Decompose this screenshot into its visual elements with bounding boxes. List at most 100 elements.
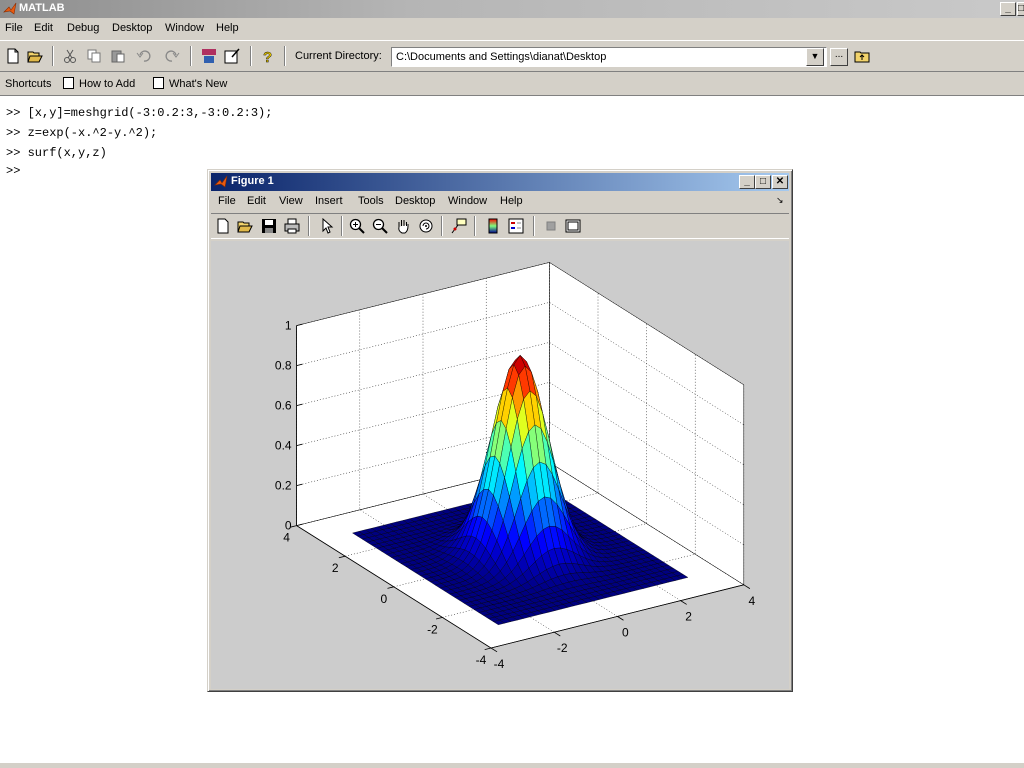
main-title-bar[interactable]: MATLAB _ □ [0, 0, 1024, 18]
command-line: >> z=exp(-x.^2-y.^2); [6, 126, 158, 140]
fig-menu-view[interactable]: View [279, 195, 303, 207]
fig-menu-tools[interactable]: Tools [358, 195, 384, 207]
surface-plot[interactable]: -4-2024-4-202400.20.40.60.81 [211, 241, 789, 689]
insert-legend-icon[interactable] [508, 218, 524, 234]
z-tick-label: 0.6 [275, 399, 292, 413]
shortcut-arrow-icon [63, 77, 74, 89]
undo-icon[interactable] [136, 48, 152, 64]
zoom-in-icon[interactable] [349, 218, 365, 234]
matlab-logo-icon [3, 2, 17, 15]
z-tick-label: 0.2 [275, 479, 292, 493]
zoom-out-icon[interactable] [372, 218, 388, 234]
x-tick [490, 647, 498, 653]
hide-plot-tools-icon[interactable] [543, 218, 559, 234]
main-window-title: MATLAB [19, 2, 65, 14]
new-figure-icon[interactable] [215, 218, 231, 234]
figure-close-button[interactable]: ✕ [772, 175, 788, 189]
shortcuts-toolbar: Shortcuts How to Add What's New [0, 72, 1024, 96]
minimize-button[interactable]: _ [1000, 2, 1016, 16]
y-tick-label: 4 [283, 531, 290, 545]
shortcut-how-to-add[interactable]: How to Add [79, 78, 135, 90]
toolbar-separator [441, 216, 443, 236]
restore-button[interactable]: □ [1017, 2, 1024, 16]
toolbar-separator [341, 216, 343, 236]
command-line: >> [x,y]=meshgrid(-3:0.2:3,-3:0.2:3); [6, 106, 273, 120]
main-menu-bar: File Edit Debug Desktop Window Help [0, 18, 1024, 40]
guide-icon[interactable] [224, 48, 240, 64]
x-tick-label: 2 [685, 610, 692, 624]
z-tick-label: 1 [285, 319, 292, 333]
save-icon[interactable] [261, 218, 277, 234]
fig-menu-desktop[interactable]: Desktop [395, 195, 435, 207]
y-tick-label: -4 [476, 653, 487, 667]
z-tick-label: 0.8 [275, 359, 292, 373]
menu-edit[interactable]: Edit [34, 22, 53, 34]
data-cursor-icon[interactable] [451, 218, 467, 234]
x-tick-label: 4 [748, 594, 755, 608]
figure-toolbar [211, 213, 789, 239]
print-icon[interactable] [284, 218, 300, 234]
paste-icon[interactable] [110, 48, 126, 64]
fig-menu-help[interactable]: Help [500, 195, 523, 207]
current-directory-dropdown[interactable]: ▼ [806, 48, 824, 66]
x-tick-label: -2 [557, 641, 568, 655]
y-tick [338, 555, 346, 559]
shortcuts-label: Shortcuts [5, 78, 52, 90]
help-icon[interactable]: ? [260, 48, 276, 64]
menu-debug[interactable]: Debug [67, 22, 99, 34]
toolbar-separator [52, 46, 54, 66]
svg-text:?: ? [263, 49, 272, 64]
toolbar-separator [474, 216, 476, 236]
command-prompt[interactable]: >> [6, 164, 20, 178]
toolbar-separator [190, 46, 192, 66]
figure-minimize-button[interactable]: _ [739, 175, 755, 189]
toolbar-separator [308, 216, 310, 236]
x-tick [617, 616, 624, 621]
new-file-icon[interactable] [5, 48, 21, 64]
browse-folder-button[interactable]: ... [830, 48, 848, 66]
toolbar-separator [284, 46, 286, 66]
cut-icon[interactable] [62, 48, 78, 64]
figure-title-bar[interactable]: Figure 1 _ □ ✕ [211, 173, 789, 191]
simulink-icon[interactable] [201, 48, 217, 64]
main-toolbar: ? Current Directory: ▼ ... [0, 40, 1024, 72]
current-directory-label: Current Directory: [295, 50, 382, 62]
figure-window[interactable]: Figure 1 _ □ ✕ File Edit View Insert Too… [207, 169, 793, 692]
figure-menu-bar: File Edit View Insert Tools Desktop Wind… [211, 191, 789, 211]
figure-maximize-button[interactable]: □ [755, 175, 771, 189]
fig-menu-insert[interactable]: Insert [315, 195, 343, 207]
rotate-3d-icon[interactable] [418, 218, 434, 234]
y-tick-label: 0 [380, 592, 387, 606]
pan-hand-icon[interactable] [395, 218, 411, 234]
current-directory-input[interactable] [391, 47, 827, 67]
copy-icon[interactable] [86, 48, 102, 64]
z-tick-label: 0.4 [275, 439, 292, 453]
open-folder-icon[interactable] [27, 48, 43, 64]
shortcut-whats-new[interactable]: What's New [169, 78, 227, 90]
menu-window[interactable]: Window [165, 22, 204, 34]
fig-menu-edit[interactable]: Edit [247, 195, 266, 207]
open-file-icon[interactable] [237, 218, 253, 234]
y-tick-label: 2 [332, 561, 339, 575]
y-tick [435, 617, 443, 620]
y-tick-label: -2 [427, 622, 438, 636]
dock-arrow-icon[interactable]: ↘ [776, 195, 784, 206]
fig-menu-window[interactable]: Window [448, 195, 487, 207]
figure-title: Figure 1 [231, 175, 274, 187]
show-plot-tools-icon[interactable] [565, 218, 581, 234]
x-tick-label: -4 [494, 657, 505, 671]
menu-desktop[interactable]: Desktop [112, 22, 152, 34]
menu-help[interactable]: Help [216, 22, 239, 34]
menu-file[interactable]: File [5, 22, 23, 34]
status-bar [0, 762, 1024, 768]
command-line: >> surf(x,y,z) [6, 146, 107, 160]
x-tick [680, 600, 687, 605]
x-tick-label: 0 [622, 625, 629, 639]
fig-menu-file[interactable]: File [218, 195, 236, 207]
parent-folder-icon[interactable] [854, 48, 870, 64]
redo-icon[interactable] [164, 48, 180, 64]
insert-colorbar-icon[interactable] [485, 218, 501, 234]
edit-plot-arrow-icon[interactable] [319, 218, 335, 234]
figure-canvas[interactable]: -4 -2 0 2 4 -4 -2 0 2 4 0 0.2 0.4 0.6 0.8 1 [211, 241, 789, 689]
shortcut-arrow-icon [153, 77, 164, 89]
